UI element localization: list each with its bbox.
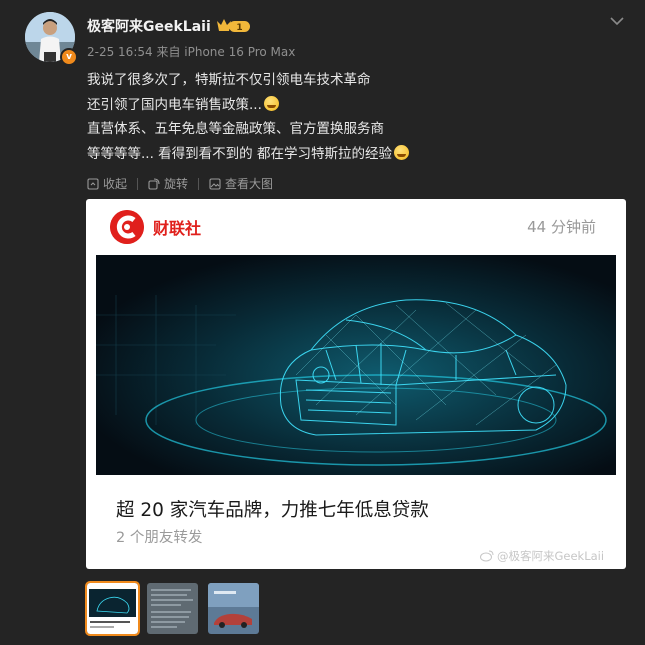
image-actions: 收起 旋转 查看大图 xyxy=(87,175,273,192)
collapse-icon xyxy=(87,177,99,190)
chevron-down-icon[interactable] xyxy=(608,14,626,28)
collapse-button[interactable]: 收起 xyxy=(87,175,127,192)
vip-crown-badge-icon[interactable]: 1 xyxy=(215,17,251,34)
post-source: 来自 iPhone 16 Pro Max xyxy=(156,45,296,59)
card-title: 超 20 家汽车品牌，力推七年低息贷款 xyxy=(116,500,429,521)
card-time: 44 分钟前 xyxy=(527,218,596,236)
post-line: 直营体系、五年免息等金融政策、官方置换服务商 xyxy=(87,121,384,137)
image-icon xyxy=(209,177,221,190)
rotate-label: 旋转 xyxy=(164,177,189,191)
username[interactable]: 极客阿来GeekLaii xyxy=(87,16,211,36)
post-line: 等等等等... 看得到看不到的 都在学习特斯拉的经验 xyxy=(87,142,617,167)
post-line: 我说了很多次了，特斯拉不仅引领电车技术革命 xyxy=(87,72,371,88)
post-meta: 2-25 16:54 来自 iPhone 16 Pro Max xyxy=(87,43,295,60)
wireframe-car-image xyxy=(96,255,616,475)
view-large-label: 查看大图 xyxy=(225,177,274,191)
laugh-cry-emoji-icon xyxy=(263,95,279,111)
watermark-text: @极客阿来GeekLaii xyxy=(497,549,605,563)
watermark: @极客阿来GeekLaii xyxy=(480,548,604,564)
laugh-cry-emoji-icon xyxy=(393,144,409,160)
collapse-label: 收起 xyxy=(103,177,128,191)
view-large-button[interactable]: 查看大图 xyxy=(209,175,273,192)
vip-level: 1 xyxy=(236,23,242,33)
cls-logo-icon xyxy=(110,210,144,244)
thumbnail-2[interactable] xyxy=(147,583,198,634)
card-subtitle: 2 个朋友转发 xyxy=(116,530,203,546)
post-time: 2-25 16:54 xyxy=(87,45,153,59)
rotate-button[interactable]: 旋转 xyxy=(148,175,188,192)
thumbnail-1[interactable] xyxy=(85,581,140,636)
verified-badge-icon: v xyxy=(60,48,78,66)
weibo-logo-icon xyxy=(480,550,494,562)
divider xyxy=(137,177,139,190)
news-card-image[interactable]: 财联社 44 分钟前 超 20 家汽车品牌，力推七年低息贷款 2 个朋友转发 xyxy=(86,199,626,569)
post-line: 还引领了国内电车销售政策... xyxy=(87,93,617,118)
card-brand: 财联社 xyxy=(153,219,202,238)
post-text: 我说了很多次了，特斯拉不仅引领电车技术革命 还引领了国内电车销售政策... 直营… xyxy=(87,68,617,166)
thumbnail-3[interactable] xyxy=(208,583,259,634)
rotate-icon xyxy=(148,177,160,190)
divider xyxy=(198,177,200,190)
